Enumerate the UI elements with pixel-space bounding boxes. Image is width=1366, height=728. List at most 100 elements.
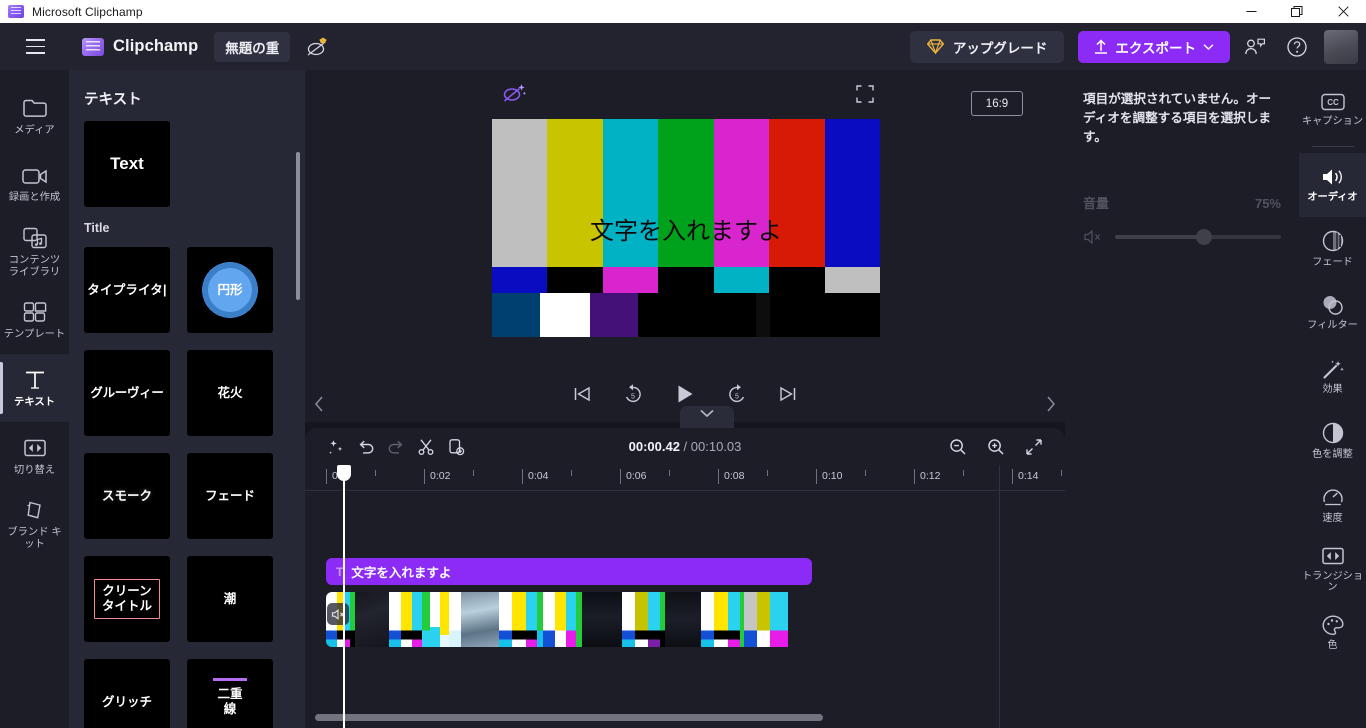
preset-label: 花火	[217, 385, 243, 400]
people-icon[interactable]	[1238, 30, 1272, 64]
sidebar-item-transitions[interactable]: 切り替え	[0, 422, 69, 490]
title-preset-circle[interactable]: 円形	[187, 247, 273, 333]
skip-next-icon[interactable]	[778, 384, 798, 404]
project-name-field[interactable]: 無題の重	[214, 31, 291, 62]
close-icon[interactable]	[1320, 0, 1366, 23]
right-tools-rail: CC キャプション オーディオ フェード フィルター 効果 色を調整 速度 トラ…	[1299, 70, 1366, 728]
title-preset-clean-title[interactable]: クリーン タイトル	[84, 556, 170, 642]
text-clip-label: 文字を入れますよ	[351, 566, 452, 580]
ruler-tick-minor	[865, 470, 866, 476]
clipchamp-app-icon	[8, 5, 24, 18]
sidebar-item-text[interactable]: テキスト	[0, 354, 69, 422]
timeline-ruler[interactable]: 0 0:02 0:04 0:06 0:08 0:10 0:12 0:14	[305, 465, 1065, 491]
sidebar-item-brand-kit[interactable]: ブランド キット	[0, 490, 69, 558]
sidebar-item-label: 切り替え	[13, 464, 56, 476]
preview-overlay-text[interactable]: 文字を入れますよ	[492, 211, 880, 246]
tool-transition[interactable]: トランジション	[1299, 537, 1366, 601]
tool-filter[interactable]: フィルター	[1299, 281, 1366, 345]
playhead-handle[interactable]	[337, 465, 351, 481]
tool-adjust-color[interactable]: 色を調整	[1299, 409, 1366, 473]
skip-previous-icon[interactable]	[572, 384, 592, 404]
restore-icon[interactable]	[1274, 0, 1320, 23]
chevron-left-icon[interactable]	[309, 390, 329, 418]
speaker-mute-icon[interactable]	[1083, 228, 1103, 246]
sidebar-item-label: 録画と作成	[8, 191, 61, 203]
sidebar-item-label: テンプレート	[3, 328, 66, 340]
tool-label: フェード	[1312, 257, 1353, 269]
video-stage[interactable]: 文字を入れますよ	[492, 119, 880, 337]
tool-label: オーディオ	[1307, 192, 1358, 204]
preset-label: フェード	[204, 488, 255, 503]
auto-compose-button[interactable]	[501, 70, 527, 118]
upgrade-button[interactable]: アップグレード	[909, 30, 1065, 63]
library-section-title: Title	[84, 221, 110, 235]
ruler-tick-minor	[375, 470, 376, 476]
minimize-icon[interactable]	[1228, 0, 1274, 23]
fullscreen-button[interactable]	[855, 70, 875, 118]
volume-track[interactable]	[1115, 229, 1281, 245]
preset-label: グリッチ	[101, 694, 152, 709]
svg-text:5: 5	[631, 393, 635, 400]
volume-fill	[1115, 235, 1202, 239]
video-preview-area: 16:9 文字を入れますよ 5 5	[305, 70, 1065, 422]
brand: Clipchamp	[82, 37, 198, 56]
timeline-horizontal-scrollbar[interactable]	[315, 714, 823, 721]
volume-knob[interactable]	[1196, 229, 1213, 245]
tool-color[interactable]: 色	[1299, 601, 1366, 665]
folder-icon	[22, 96, 48, 120]
forward-5s-icon[interactable]: 5	[726, 383, 748, 405]
library-scrollbar[interactable]	[296, 152, 300, 300]
title-preset-typewriter[interactable]: タイプライタ|	[84, 247, 170, 333]
export-button[interactable]: エクスポート	[1078, 30, 1230, 63]
ruler-tick-minor	[571, 470, 572, 476]
play-button[interactable]	[674, 383, 696, 405]
title-preset-fireworks[interactable]: 花火	[187, 350, 273, 436]
rewind-5s-icon[interactable]: 5	[622, 383, 644, 405]
preset-label: タイプライタ|	[87, 282, 167, 297]
tool-audio[interactable]: オーディオ	[1299, 153, 1366, 217]
clip-mute-badge[interactable]	[327, 603, 349, 625]
left-navigation-rail: メディア 録画と作成 コンテンツ ライブラリ テンプレート テキスト 切り替え …	[0, 70, 69, 728]
tool-effects[interactable]: 効果	[1299, 345, 1366, 409]
tool-label: フィルター	[1307, 320, 1358, 332]
brand-kit-icon	[22, 498, 48, 522]
sidebar-item-content-library[interactable]: コンテンツ ライブラリ	[0, 218, 69, 286]
window-title-bar: Microsoft Clipchamp	[0, 0, 1366, 23]
library-title: テキスト	[84, 92, 142, 108]
rail-divider	[1311, 146, 1354, 147]
plain-text-card[interactable]: Text	[84, 121, 170, 207]
title-preset-tide[interactable]: 潮	[187, 556, 273, 642]
title-preset-glitch[interactable]: グリッチ	[84, 659, 170, 728]
autosave-off-icon[interactable]	[304, 34, 330, 60]
sidebar-item-record-create[interactable]: 録画と作成	[0, 150, 69, 218]
ruler-tick: 0:02	[424, 469, 450, 484]
timeline-collapse-handle[interactable]	[680, 406, 734, 428]
templates-icon	[22, 300, 48, 324]
title-preset-groovy[interactable]: グルーヴィー	[84, 350, 170, 436]
timeline-playhead[interactable]	[337, 465, 351, 728]
title-preset-fade[interactable]: フェード	[187, 453, 273, 539]
timeline-text-clip[interactable]: T 文字を入れますよ	[326, 558, 812, 585]
title-preset-smoke[interactable]: スモーク	[84, 453, 170, 539]
upload-arrow-icon	[1094, 39, 1108, 54]
hamburger-icon[interactable]	[18, 30, 52, 64]
text-library-panel: テキスト Text Title タイプライタ| 円形 グルーヴィー 花火 スモー…	[69, 70, 305, 728]
sidebar-item-templates[interactable]: テンプレート	[0, 286, 69, 354]
chevron-right-icon[interactable]	[1041, 390, 1061, 418]
content-library-icon	[22, 226, 48, 250]
tool-captions[interactable]: CC キャプション	[1299, 78, 1366, 142]
user-avatar[interactable]	[1324, 29, 1358, 64]
volume-slider[interactable]	[1083, 228, 1281, 246]
tool-fade[interactable]: フェード	[1299, 217, 1366, 281]
tool-label: トランジション	[1301, 570, 1364, 593]
sidebar-item-media[interactable]: メディア	[0, 82, 69, 150]
title-preset-double-line[interactable]: 二重線	[187, 659, 273, 728]
preset-label: 円形	[217, 282, 243, 297]
aspect-ratio-button[interactable]: 16:9	[971, 91, 1023, 116]
volume-value: 75%	[1254, 196, 1281, 211]
tool-label: 効果	[1322, 384, 1343, 396]
timeline-video-clip[interactable]	[326, 592, 812, 647]
tool-speed[interactable]: 速度	[1299, 473, 1366, 537]
preset-label: クリーン タイトル	[93, 579, 160, 619]
question-circle-icon[interactable]	[1280, 30, 1314, 64]
